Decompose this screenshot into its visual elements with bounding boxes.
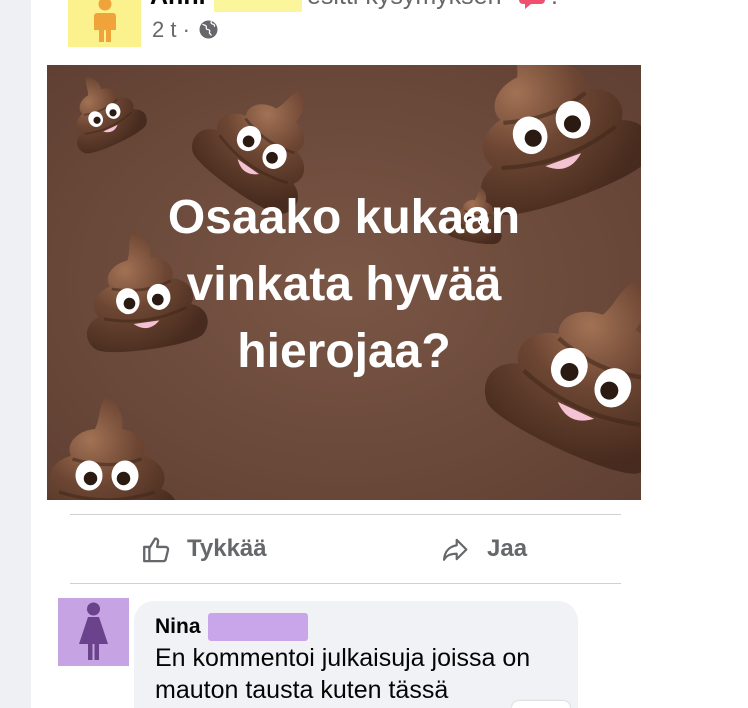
image-caption: Osaako kukaan vinkata hyvää hierojaa?	[47, 184, 641, 385]
commenter-name[interactable]: Nina	[155, 615, 201, 639]
post-timestamp[interactable]: 2 t ·	[152, 19, 190, 41]
comment-text-line: mauton tausta kuten tässä	[155, 676, 449, 704]
reaction-pill[interactable]	[512, 701, 570, 708]
like-button-label: Tykkää	[187, 535, 267, 562]
redaction-box	[208, 613, 308, 641]
header-trailing-dot: .	[551, 0, 558, 9]
divider	[70, 514, 621, 515]
post-action-text: esitti kysymyksen	[307, 0, 501, 9]
author-avatar[interactable]	[68, 0, 141, 47]
redaction-box	[214, 0, 302, 12]
image-caption-line: Osaako kukaan	[167, 191, 521, 244]
comment-text-line: En kommentoi julkaisuja joissa on	[155, 644, 531, 672]
post-image[interactable]: Osaako kukaan vinkata hyvää hierojaa?	[47, 65, 641, 500]
divider	[70, 583, 621, 584]
globe-icon	[199, 20, 218, 39]
like-button[interactable]: Tykkää	[141, 530, 267, 568]
share-button[interactable]: Jaa	[440, 530, 527, 568]
female-person-icon	[79, 602, 108, 660]
person-icon	[94, 0, 116, 42]
image-caption-line: hierojaa?	[237, 325, 451, 378]
author-name[interactable]: Anni	[150, 0, 206, 9]
thumbs-up-icon	[143, 536, 170, 562]
commenter-avatar[interactable]	[58, 598, 129, 666]
post-header: Anni esitti kysymyksen . 2 t ·	[0, 0, 748, 50]
speech-bubble-icon	[519, 0, 545, 9]
image-caption-line: vinkata hyvää	[186, 258, 502, 311]
comment-text: En kommentoi julkaisuja joissa on mauton…	[155, 642, 530, 706]
page-background-strip	[0, 0, 31, 708]
share-icon	[442, 538, 468, 561]
share-button-label: Jaa	[487, 535, 528, 562]
